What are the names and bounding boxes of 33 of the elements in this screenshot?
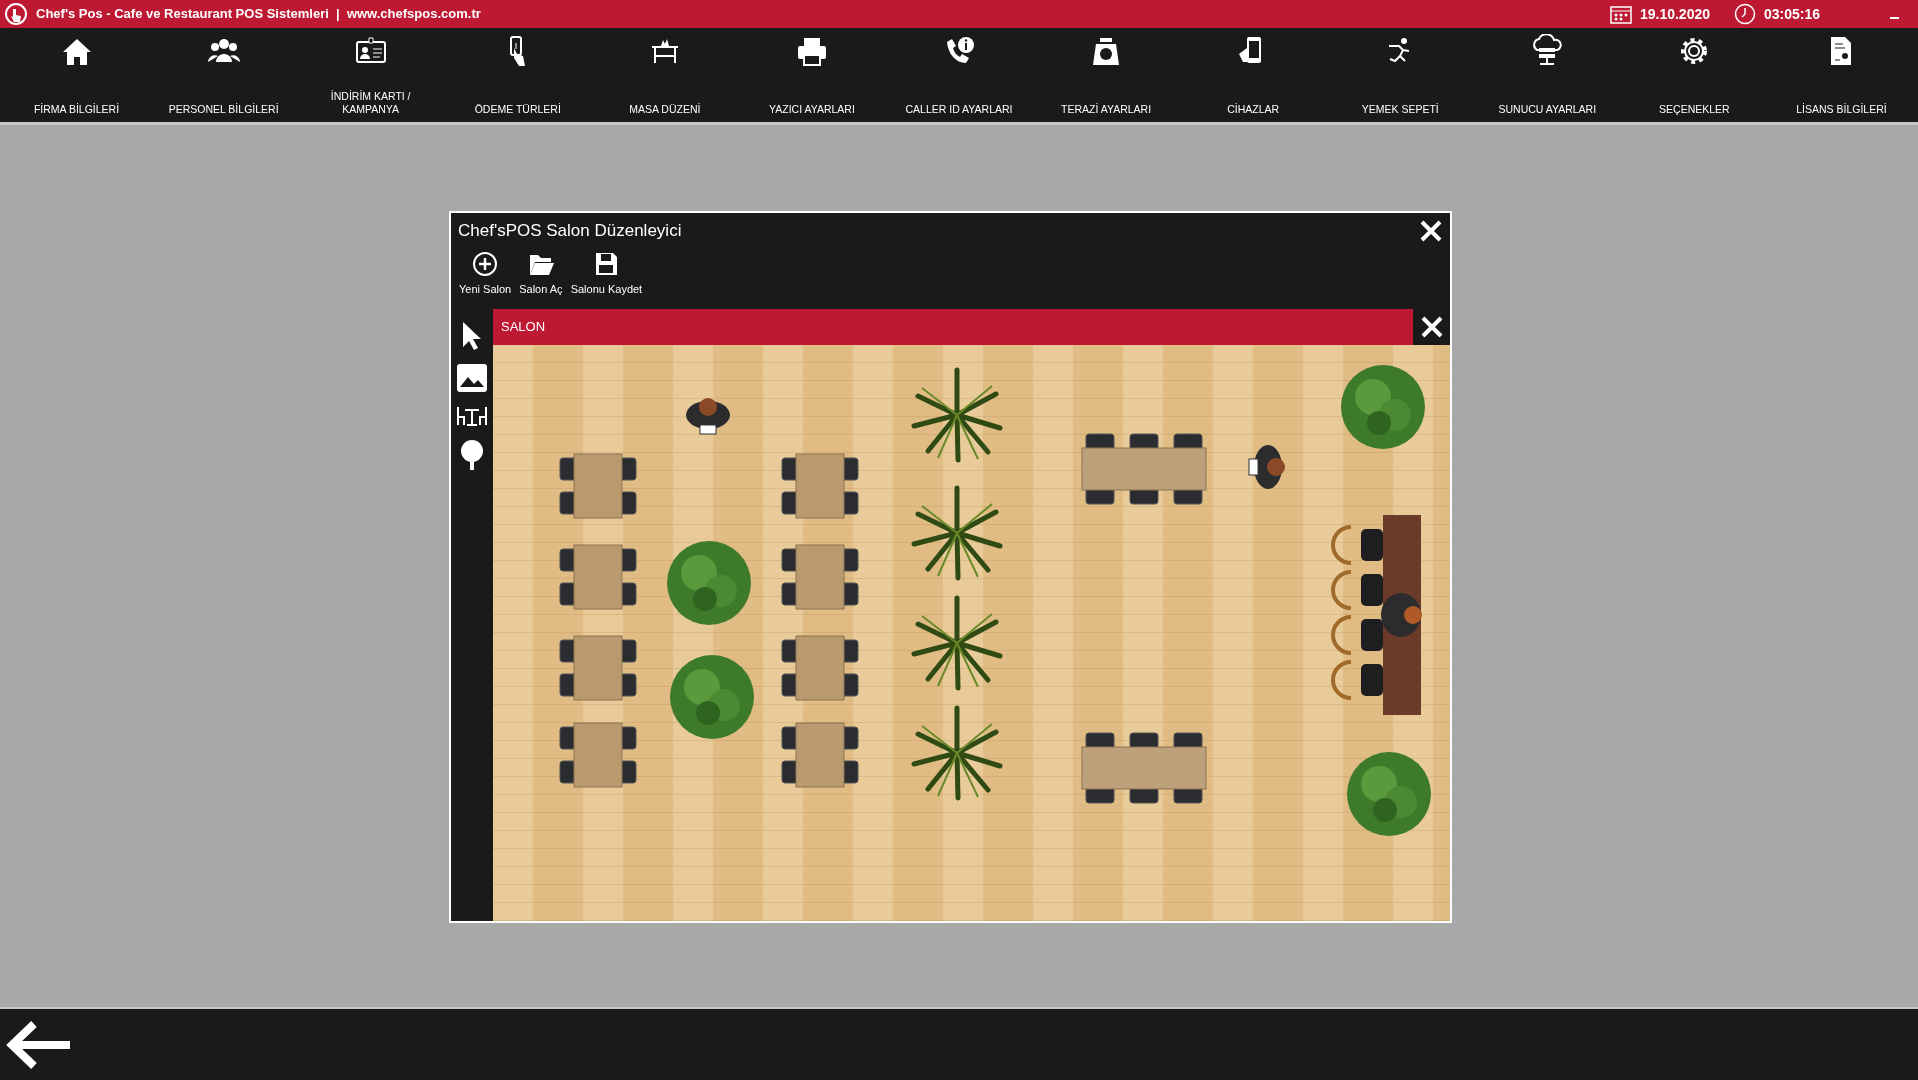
logo-icon (4, 2, 28, 26)
clock-icon (1734, 3, 1756, 25)
tree-icon[interactable] (458, 439, 486, 471)
salon-tab[interactable]: SALON (493, 309, 1413, 345)
toolbar-button[interactable]: Salon Aç (517, 249, 565, 309)
add-circle-icon (472, 251, 499, 277)
image-icon[interactable] (456, 363, 488, 393)
date-text: 19.10.2020 (1639, 4, 1710, 24)
table-chairs-icon[interactable] (456, 405, 488, 427)
close-icon[interactable] (1419, 315, 1444, 339)
nav-button[interactable]: CALLER ID AYARLARI (885, 28, 1033, 122)
toolbar-button[interactable]: Salonu Kaydet (568, 249, 645, 309)
calendar-icon (1609, 4, 1632, 24)
nav-button[interactable]: ÖDEME TÜRLERİ (444, 28, 592, 122)
nav-button[interactable]: LİSANS BİLGİLERİ (1767, 28, 1915, 122)
nav-button[interactable]: YAZICI AYARLARI (738, 28, 886, 122)
nav-button[interactable]: TERAZİ AYARLARI (1032, 28, 1180, 122)
nav-button[interactable]: SEÇENEKLER (1620, 28, 1768, 122)
nav-button[interactable]: FİRMA BİLGİLERİ (3, 28, 151, 122)
dialog-title: Chef'sPOS Salon Düzenleyici (458, 220, 682, 243)
time-text: 03:05:16 (1764, 4, 1822, 24)
nav-button[interactable]: YEMEK SEPETİ (1326, 28, 1474, 122)
nav-button[interactable]: PERSONEL BİLGİLERİ (150, 28, 298, 122)
nav-button[interactable]: MASA DÜZENİ (591, 28, 739, 122)
app-title: Chef's Pos - Cafe ve Restaurant POS Sistemleri | www.chefspos.com.tr (36, 5, 481, 24)
pointer-icon[interactable] (461, 321, 483, 351)
nav-button[interactable]: İNDİRİM KARTI / KAMPANYA (297, 28, 445, 122)
toolbar-button[interactable]: Yeni Salon (457, 249, 514, 309)
minimize-button[interactable] (1889, 17, 1899, 19)
nav-button[interactable]: CİHAZLAR (1179, 28, 1327, 122)
close-icon[interactable] (1419, 219, 1443, 243)
back-arrow-icon[interactable] (6, 1019, 72, 1070)
nav-button[interactable]: SUNUCU AYARLARI (1473, 28, 1621, 122)
